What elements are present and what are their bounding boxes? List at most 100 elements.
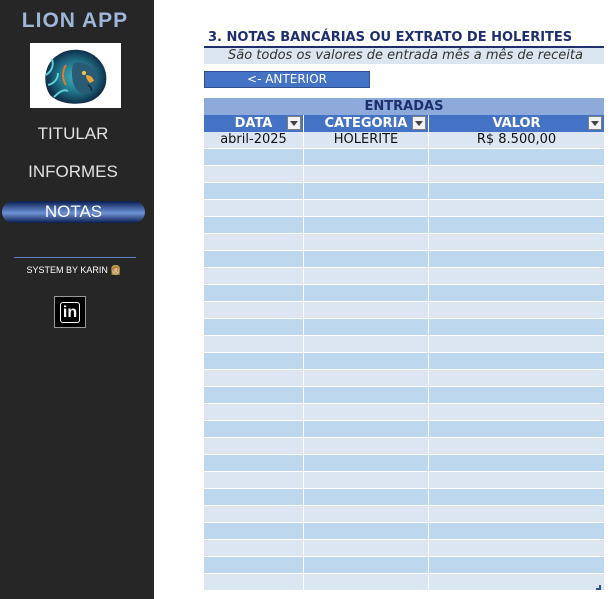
table-cell[interactable]	[204, 149, 304, 166]
table-cell[interactable]	[204, 574, 304, 591]
table-row[interactable]	[204, 404, 604, 421]
table-row[interactable]	[204, 523, 604, 540]
table-cell[interactable]	[204, 472, 304, 489]
linkedin-icon[interactable]: in	[54, 296, 86, 328]
filter-dropdown-icon[interactable]	[287, 116, 301, 130]
table-cell[interactable]	[429, 404, 604, 421]
table-cell[interactable]	[429, 353, 604, 370]
table-cell[interactable]	[429, 217, 604, 234]
table-cell[interactable]	[304, 268, 429, 285]
table-cell[interactable]	[204, 489, 304, 506]
table-cell[interactable]: R$ 8.500,00	[429, 132, 604, 149]
table-cell[interactable]	[204, 200, 304, 217]
table-row[interactable]	[204, 506, 604, 523]
table-cell[interactable]	[304, 557, 429, 574]
table-cell[interactable]	[429, 574, 604, 591]
table-cell[interactable]	[304, 149, 429, 166]
table-cell[interactable]	[204, 506, 304, 523]
table-resize-handle[interactable]	[596, 585, 601, 590]
table-row[interactable]	[204, 438, 604, 455]
table-cell[interactable]	[429, 319, 604, 336]
table-cell[interactable]	[429, 251, 604, 268]
table-cell[interactable]	[204, 353, 304, 370]
table-cell[interactable]	[204, 421, 304, 438]
table-cell[interactable]	[304, 353, 429, 370]
table-cell[interactable]	[304, 336, 429, 353]
table-cell[interactable]	[204, 336, 304, 353]
table-cell[interactable]	[204, 285, 304, 302]
table-cell[interactable]	[429, 387, 604, 404]
table-row[interactable]	[204, 251, 604, 268]
table-cell[interactable]	[304, 574, 429, 591]
table-cell[interactable]	[204, 438, 304, 455]
filter-dropdown-icon[interactable]	[412, 116, 426, 130]
table-cell[interactable]	[429, 302, 604, 319]
table-cell[interactable]	[429, 438, 604, 455]
table-cell[interactable]	[429, 523, 604, 540]
table-cell[interactable]: abril-2025	[204, 132, 304, 149]
table-row[interactable]	[204, 557, 604, 574]
table-row[interactable]	[204, 455, 604, 472]
table-row[interactable]	[204, 387, 604, 404]
table-row[interactable]	[204, 183, 604, 200]
table-row[interactable]	[204, 285, 604, 302]
table-cell[interactable]	[429, 370, 604, 387]
table-cell[interactable]	[304, 319, 429, 336]
table-row[interactable]	[204, 200, 604, 217]
table-cell[interactable]	[204, 234, 304, 251]
table-cell[interactable]	[429, 489, 604, 506]
table-row[interactable]	[204, 166, 604, 183]
table-row[interactable]	[204, 149, 604, 166]
filter-dropdown-icon[interactable]	[588, 116, 602, 130]
table-cell[interactable]	[204, 166, 304, 183]
table-cell[interactable]	[304, 438, 429, 455]
table-cell[interactable]	[304, 472, 429, 489]
table-row[interactable]	[204, 489, 604, 506]
table-cell[interactable]	[429, 336, 604, 353]
table-cell[interactable]	[429, 285, 604, 302]
table-cell[interactable]	[304, 387, 429, 404]
table-cell[interactable]	[304, 166, 429, 183]
table-cell[interactable]	[204, 404, 304, 421]
table-cell[interactable]	[304, 183, 429, 200]
table-row[interactable]	[204, 319, 604, 336]
table-cell[interactable]	[304, 455, 429, 472]
table-cell[interactable]	[429, 268, 604, 285]
table-row[interactable]	[204, 234, 604, 251]
table-cell[interactable]	[304, 489, 429, 506]
table-cell[interactable]	[304, 523, 429, 540]
table-cell[interactable]: HOLERITE	[304, 132, 429, 149]
table-cell[interactable]	[429, 421, 604, 438]
table-row[interactable]	[204, 472, 604, 489]
table-cell[interactable]	[204, 217, 304, 234]
table-cell[interactable]	[304, 251, 429, 268]
table-cell[interactable]	[204, 183, 304, 200]
table-cell[interactable]	[204, 557, 304, 574]
table-cell[interactable]	[204, 268, 304, 285]
table-cell[interactable]	[429, 166, 604, 183]
table-cell[interactable]	[304, 302, 429, 319]
table-cell[interactable]	[429, 149, 604, 166]
nav-titular[interactable]: TITULAR	[0, 124, 146, 144]
table-cell[interactable]	[429, 234, 604, 251]
table-cell[interactable]	[204, 540, 304, 557]
table-cell[interactable]	[304, 404, 429, 421]
table-cell[interactable]	[304, 285, 429, 302]
table-cell[interactable]	[204, 302, 304, 319]
table-cell[interactable]	[429, 200, 604, 217]
table-cell[interactable]	[304, 540, 429, 557]
table-cell[interactable]	[304, 234, 429, 251]
previous-button[interactable]: <- ANTERIOR	[204, 71, 370, 88]
table-row[interactable]	[204, 217, 604, 234]
table-row[interactable]	[204, 268, 604, 285]
table-row[interactable]	[204, 302, 604, 319]
table-cell[interactable]	[429, 557, 604, 574]
table-row[interactable]	[204, 574, 604, 591]
table-cell[interactable]	[204, 370, 304, 387]
table-cell[interactable]	[304, 217, 429, 234]
table-cell[interactable]	[429, 472, 604, 489]
table-cell[interactable]	[304, 421, 429, 438]
table-cell[interactable]	[204, 455, 304, 472]
nav-informes[interactable]: INFORMES	[0, 162, 146, 182]
table-cell[interactable]	[304, 506, 429, 523]
